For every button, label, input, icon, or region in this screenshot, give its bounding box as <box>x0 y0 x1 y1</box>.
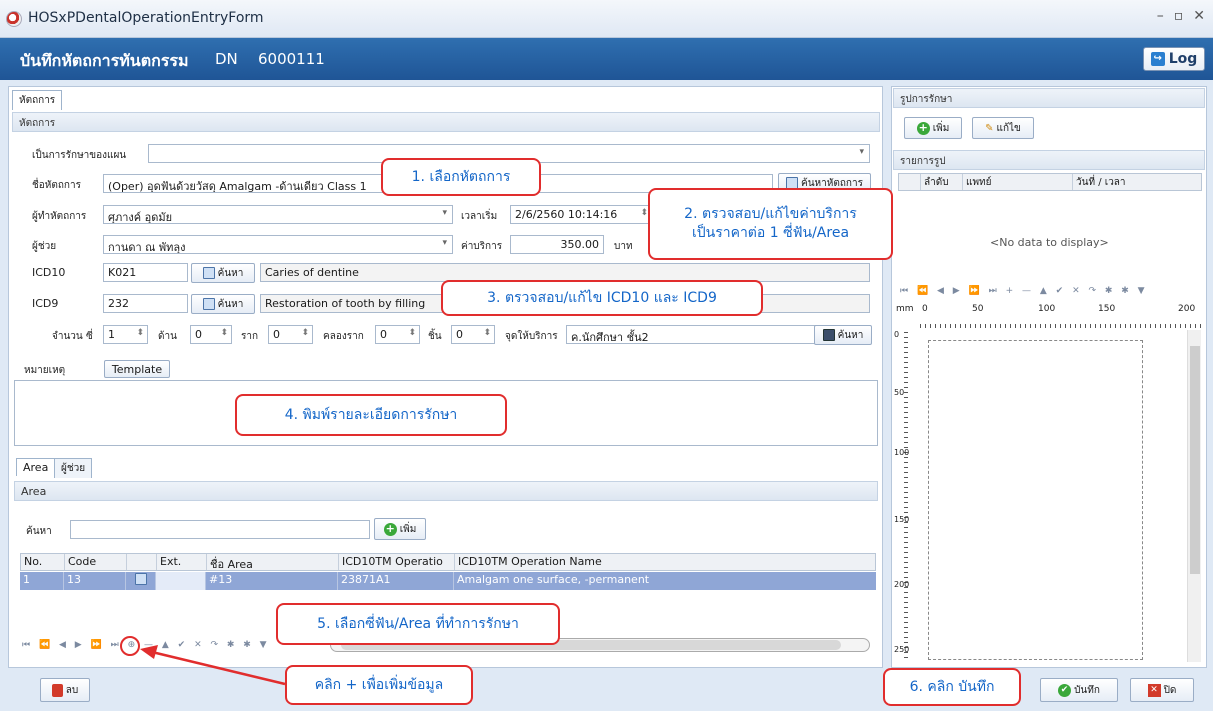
plus-highlight-circle <box>120 636 140 656</box>
annotation-arrow-line <box>151 650 286 686</box>
annotation-arrow-layer <box>120 636 286 686</box>
annotation-arrowhead <box>140 645 158 659</box>
